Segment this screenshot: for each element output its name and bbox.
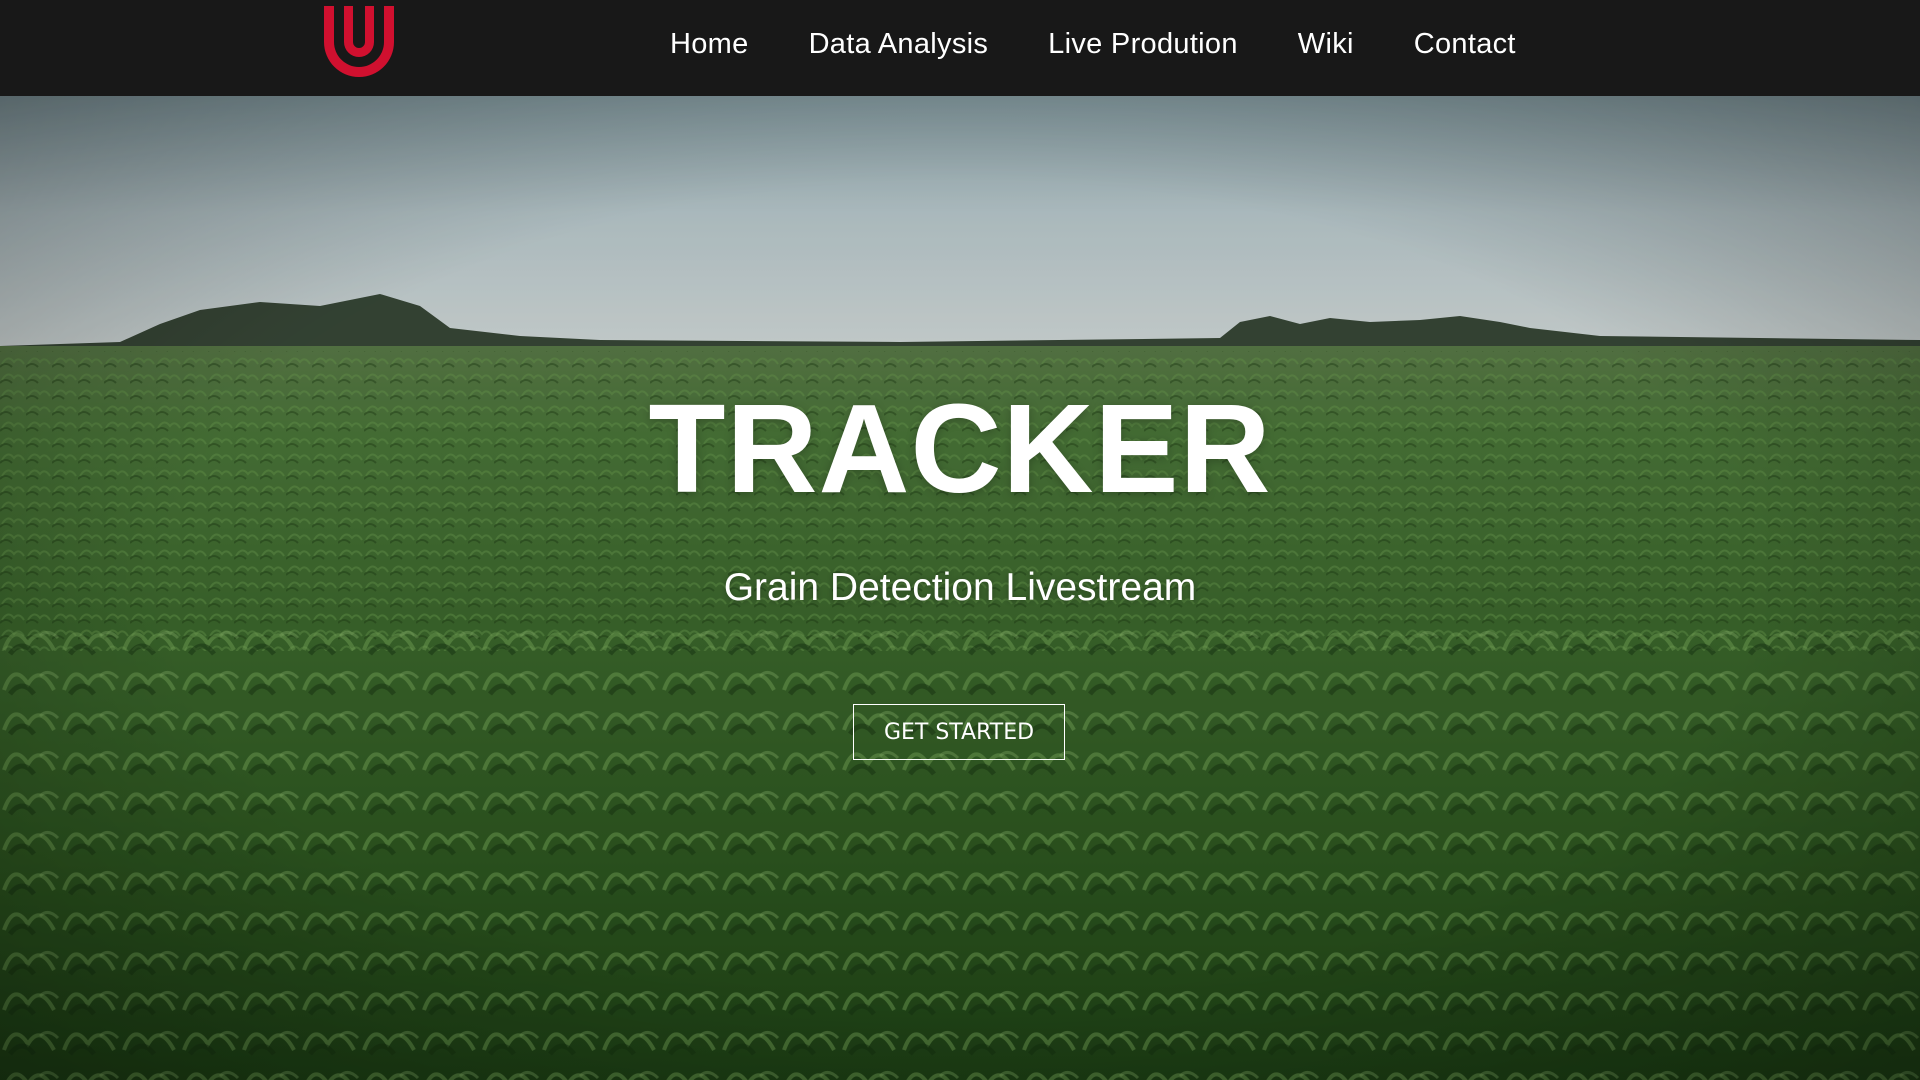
u-logo-icon[interactable]	[322, 4, 396, 78]
nav-home[interactable]: Home	[670, 28, 749, 61]
get-started-button[interactable]: GET STARTED	[853, 704, 1065, 760]
hero-title: TRACKER	[648, 378, 1272, 519]
hero-subtitle: Grain Detection Livestream	[723, 566, 1197, 609]
main-nav: Home Data Analysis Live Prodution Wiki C…	[640, 0, 1546, 88]
hero-content: TRACKER Grain Detection Livestream GET S…	[0, 96, 1920, 1080]
hero-section: TRACKER Grain Detection Livestream GET S…	[0, 96, 1920, 1080]
top-navbar: Home Data Analysis Live Prodution Wiki C…	[0, 0, 1920, 96]
nav-data-analysis[interactable]: Data Analysis	[809, 28, 989, 61]
nav-live-production[interactable]: Live Prodution	[1048, 28, 1238, 61]
nav-wiki[interactable]: Wiki	[1298, 28, 1354, 61]
nav-contact[interactable]: Contact	[1414, 28, 1516, 61]
